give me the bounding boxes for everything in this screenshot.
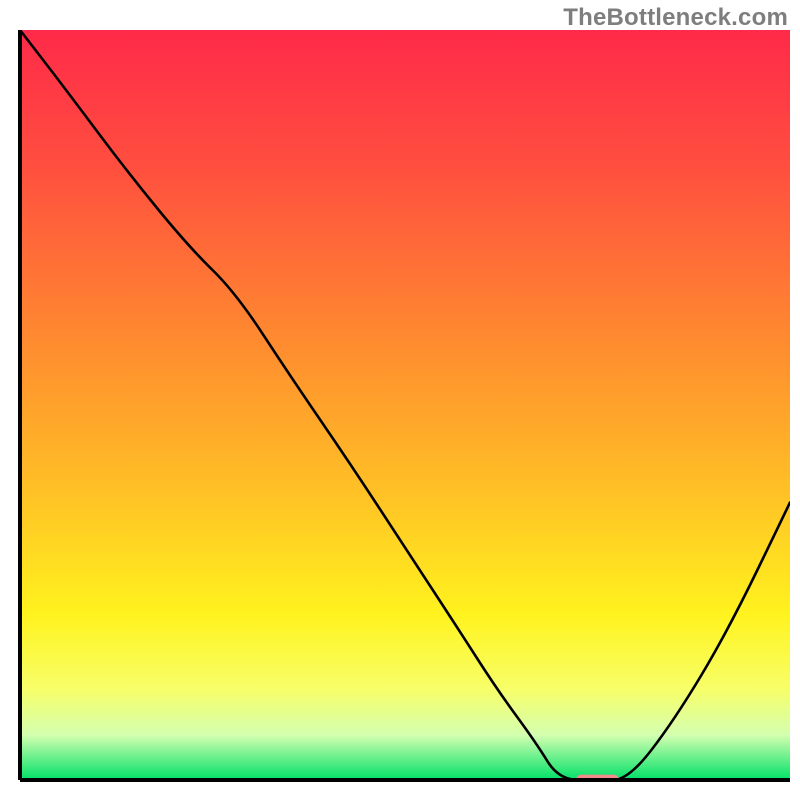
bottleneck-chart	[0, 0, 800, 800]
chart-stage: TheBottleneck.com	[0, 0, 800, 800]
gradient-background	[20, 30, 790, 780]
watermark-text: TheBottleneck.com	[563, 4, 788, 32]
